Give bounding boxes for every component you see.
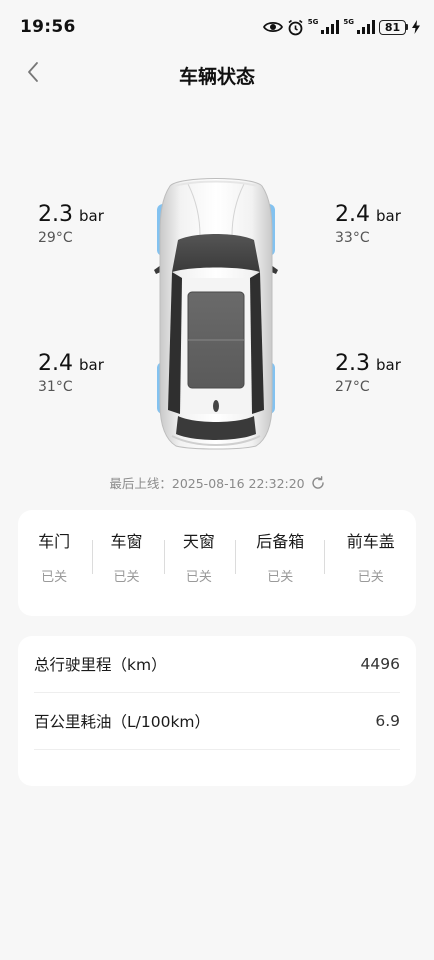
car-top-view-image: [148, 174, 284, 450]
status-item-state: 已关: [113, 570, 140, 585]
tire-front-left: 2.3 bar 29°C: [38, 202, 104, 247]
status-item-label: 车窗: [110, 532, 143, 551]
stat-row-fuel-consumption: 百公里耗油（L/100km） 6.9: [34, 693, 400, 750]
tire-pressure-value: 2.4: [335, 202, 370, 227]
tire-pressure-unit: bar: [376, 207, 401, 225]
tire-pressure-value: 2.3: [38, 202, 73, 227]
last-online-timestamp: 2025-08-16 22:32:20: [171, 476, 305, 491]
battery-level: 81: [379, 19, 406, 35]
divider: [92, 540, 93, 574]
tire-pressure-unit: bar: [79, 356, 104, 374]
signal2-label: 5G: [343, 17, 354, 26]
status-item-label: 前车盖: [346, 532, 395, 551]
status-item-state: 已关: [357, 570, 384, 585]
eye-icon: [262, 20, 283, 34]
status-item-state: 已关: [41, 570, 68, 585]
tire-temperature: 27°C: [335, 379, 370, 395]
status-bar: 19:56 5G 5G 81: [0, 0, 434, 52]
tire-pressure-unit: bar: [79, 207, 104, 225]
vehicle-status-card: 车门 已关 车窗 已关 天窗 已关 后备箱 已关 前车盖 已关: [18, 510, 416, 616]
status-item-state: 已关: [267, 570, 294, 585]
refresh-icon[interactable]: [311, 475, 325, 490]
last-online-text: 最后上线：2025-08-16 22:32:20: [109, 473, 304, 492]
vehicle-stats-card: 总行驶里程（km） 4496 百公里耗油（L/100km） 6.9: [18, 636, 416, 786]
last-online: 最后上线：2025-08-16 22:32:20: [0, 473, 434, 492]
status-time: 19:56: [20, 17, 76, 37]
status-item-window: 车窗 已关: [90, 528, 162, 616]
divider: [324, 540, 325, 574]
page-title: 车辆状态: [178, 66, 255, 88]
signal1-label: 5G: [307, 17, 319, 26]
tire-front-right: 2.4 bar 33°C: [335, 202, 401, 247]
stat-value: 4496: [360, 655, 400, 673]
status-icons: 5G 5G 81: [262, 17, 420, 37]
tire-pressure-value: 2.4: [38, 351, 73, 376]
stat-row-total-mileage: 总行驶里程（km） 4496: [34, 636, 400, 693]
status-item-state: 已关: [185, 570, 212, 585]
signal-icon: [357, 20, 375, 34]
status-item-label: 后备箱: [256, 532, 305, 551]
divider: [235, 540, 236, 574]
battery-icon: 81: [379, 19, 408, 35]
tire-temperature: 31°C: [38, 379, 73, 395]
status-item-label: 车门: [38, 532, 71, 551]
last-online-label: 最后上线：: [109, 476, 172, 491]
tire-temperature: 29°C: [38, 230, 73, 246]
stat-value: 6.9: [375, 712, 400, 730]
status-item-hood: 前车盖 已关: [326, 528, 416, 616]
stat-label: 百公里耗油（L/100km）: [34, 713, 211, 731]
nav-bar: 车辆状态: [0, 52, 434, 96]
signal-icon: [321, 20, 340, 34]
status-item-label: 天窗: [182, 532, 215, 551]
status-item-sunroof: 天窗 已关: [163, 528, 235, 616]
stat-label: 总行驶里程（km）: [34, 656, 167, 674]
tire-rear-right: 2.3 bar 27°C: [335, 351, 401, 396]
tire-pressure-unit: bar: [376, 356, 401, 374]
status-item-trunk: 后备箱 已关: [235, 528, 325, 616]
charging-icon: [412, 20, 420, 34]
tire-pressure-value: 2.3: [335, 351, 370, 376]
status-item-door: 车门 已关: [18, 528, 90, 616]
alarm-icon: [287, 19, 304, 36]
tire-temperature: 33°C: [335, 230, 370, 246]
tire-rear-left: 2.4 bar 31°C: [38, 351, 104, 396]
divider: [164, 540, 165, 574]
